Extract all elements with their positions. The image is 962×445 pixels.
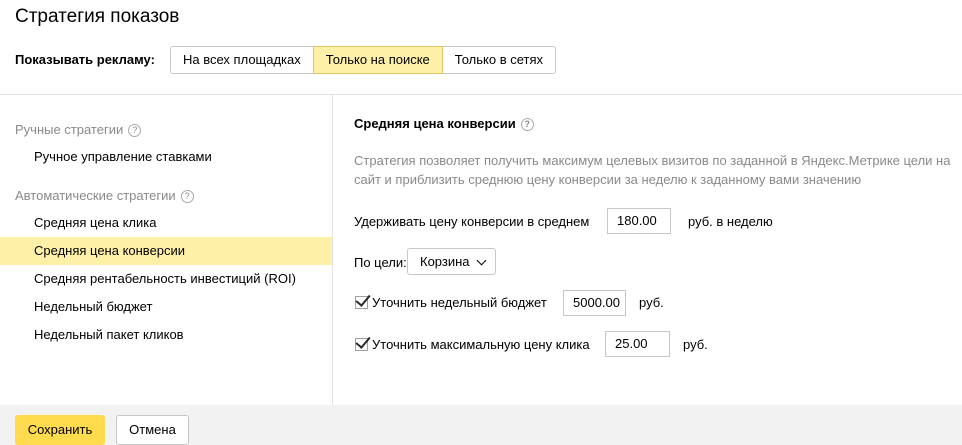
chevron-down-icon bbox=[476, 255, 487, 266]
goal-label: По цели: bbox=[354, 255, 407, 270]
help-icon[interactable]: ? bbox=[128, 124, 142, 137]
goal-select-value: Корзина bbox=[420, 254, 470, 269]
sidebar-item-avg-click-price[interactable]: Средняя цена клика bbox=[0, 209, 332, 237]
sidebar-item-manual-bids[interactable]: Ручное управление ставками bbox=[0, 143, 332, 171]
show-ads-label: Показывать рекламу: bbox=[15, 52, 155, 67]
weekly-budget-input[interactable]: 5000.00 bbox=[563, 290, 626, 316]
manual-strategies-label: Ручные стратегии bbox=[15, 122, 124, 137]
max-click-label: Уточнить максимальную цену клика bbox=[372, 337, 590, 352]
page-title: Стратегия показов bbox=[15, 6, 180, 27]
sidebar-item-avg-conversion-price[interactable]: Средняя цена конверсии bbox=[0, 237, 332, 265]
max-click-checkbox[interactable] bbox=[355, 338, 368, 351]
cancel-button[interactable]: Отмена bbox=[116, 415, 189, 445]
sidebar-item-weekly-budget[interactable]: Недельный бюджет bbox=[0, 293, 332, 321]
sidebar-item-avg-roi[interactable]: Средняя рентабельность инвестиций (ROI) bbox=[0, 265, 332, 293]
show-networks-only-button[interactable]: Только в сетях bbox=[441, 46, 557, 74]
max-click-input[interactable]: 25.00 bbox=[605, 331, 670, 357]
avg-price-label: Удерживать цену конверсии в среднем bbox=[354, 214, 590, 229]
show-search-only-button[interactable]: Только на поиске bbox=[312, 46, 443, 74]
save-button[interactable]: Сохранить bbox=[15, 415, 105, 445]
auto-strategies-heading: Автоматические стратегии? bbox=[15, 188, 194, 203]
avg-price-input[interactable]: 180.00 bbox=[607, 208, 671, 234]
strategy-title: Средняя цена конверсии? bbox=[354, 116, 534, 131]
weekly-budget-label: Уточнить недельный бюджет bbox=[372, 295, 547, 310]
weekly-budget-unit: руб. bbox=[639, 295, 664, 310]
goal-select[interactable]: Корзина bbox=[407, 248, 496, 275]
help-icon[interactable]: ? bbox=[520, 118, 534, 131]
max-click-unit: руб. bbox=[683, 337, 708, 352]
manual-strategies-heading: Ручные стратегии? bbox=[15, 122, 142, 137]
divider bbox=[332, 95, 333, 405]
help-icon[interactable]: ? bbox=[180, 190, 194, 203]
show-ads-switch: На всех площадках Только на поиске Тольк… bbox=[170, 46, 557, 74]
divider bbox=[0, 94, 962, 95]
auto-strategies-label: Автоматические стратегии bbox=[15, 188, 176, 203]
strategy-title-label: Средняя цена конверсии bbox=[354, 116, 516, 131]
sidebar-item-weekly-clicks-package[interactable]: Недельный пакет кликов bbox=[0, 321, 332, 349]
weekly-budget-checkbox[interactable] bbox=[355, 296, 368, 309]
show-all-platforms-button[interactable]: На всех площадках bbox=[170, 46, 314, 74]
avg-price-unit: руб. в неделю bbox=[688, 214, 773, 229]
footer-bar: Сохранить Отмена bbox=[0, 405, 962, 445]
strategy-description: Стратегия позволяет получить максимум це… bbox=[354, 153, 951, 187]
